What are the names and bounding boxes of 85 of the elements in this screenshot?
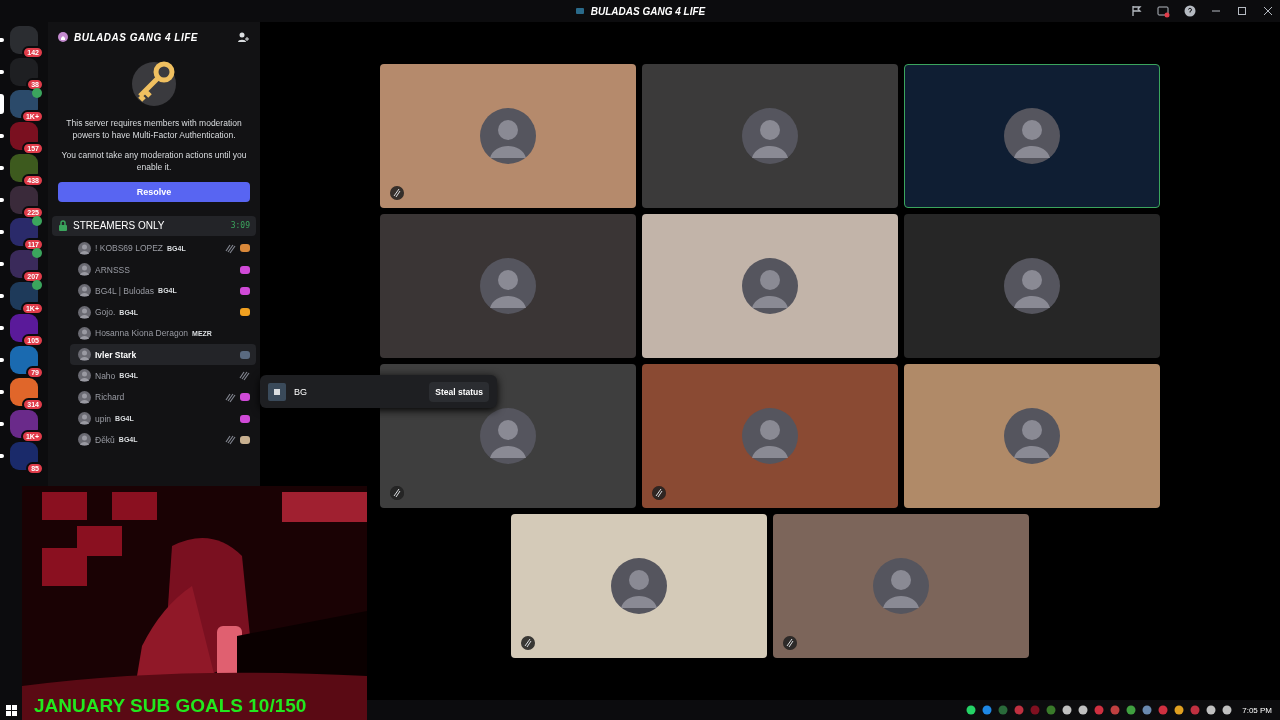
flag-icon[interactable] — [1131, 5, 1143, 17]
video-tile[interactable] — [642, 214, 898, 358]
avatar — [480, 258, 536, 314]
member-name: Hosanna Kiona Deragon — [95, 328, 189, 339]
video-tile[interactable] — [904, 364, 1160, 508]
notice-text: You cannot take any moderation actions until you enable it. — [60, 149, 248, 174]
video-tile[interactable] — [642, 364, 898, 508]
avatar — [1004, 258, 1060, 314]
video-tile[interactable] — [904, 64, 1160, 208]
member-row[interactable]: Richard — [70, 386, 256, 408]
member-name: Richard — [95, 392, 125, 403]
avatar — [78, 412, 91, 426]
server-icon[interactable] — [10, 186, 38, 214]
member-name: ARNSSS — [95, 264, 130, 275]
avatar — [78, 284, 91, 298]
home-icon — [58, 32, 68, 42]
notice-text: This server requires members with moderation powers to have Multi-Factor Authentication. — [65, 118, 243, 142]
tray-icon[interactable] — [1078, 705, 1089, 715]
tray-icon[interactable] — [982, 705, 993, 715]
server-icon[interactable] — [10, 442, 38, 470]
avatar — [1004, 408, 1060, 464]
tray-icon[interactable] — [1222, 705, 1233, 715]
server-icon[interactable] — [10, 154, 38, 182]
avatar — [78, 369, 91, 383]
add-member-icon[interactable] — [237, 31, 250, 43]
avatar — [78, 348, 91, 362]
server-icon[interactable] — [10, 250, 38, 278]
start-icon[interactable] — [6, 704, 17, 716]
server-icon[interactable] — [10, 26, 38, 54]
video-tile[interactable] — [380, 214, 636, 358]
video-tile[interactable] — [904, 214, 1160, 358]
tray-icon[interactable] — [1206, 705, 1217, 715]
member-name: upin — [95, 413, 112, 424]
member-name: BG4L | Bulodas — [95, 285, 155, 296]
tray-icon[interactable] — [966, 705, 977, 715]
member-name: Ivler Stark — [95, 349, 137, 360]
avatar — [480, 108, 536, 164]
member-row[interactable]: ARNSSS — [70, 258, 256, 281]
member-name: Naho — [95, 371, 116, 381]
avatar — [742, 258, 798, 314]
tray-icon[interactable] — [1126, 705, 1137, 715]
video-tile[interactable] — [773, 514, 1029, 658]
status-icon — [268, 382, 286, 401]
screen-icon[interactable] — [1157, 4, 1170, 18]
member-row[interactable]: Ivler Stark — [70, 344, 256, 366]
server-name[interactable]: BULADAS GANG 4 LIFE — [74, 31, 231, 43]
member-name: Gojo. — [95, 307, 116, 318]
window-title: BULADAS GANG 4 LIFE — [590, 5, 706, 17]
resolve-button[interactable]: Resolve — [58, 181, 250, 202]
goal-overlay-text: JANUARY SUB GOALS 10/150 — [34, 695, 307, 717]
avatar — [78, 305, 91, 319]
member-name: ! KOBS69 LOPEZ — [95, 243, 164, 254]
voice-channel[interactable]: STREAMERS ONLY 3:09 — [52, 215, 256, 236]
clock: 7:05 PM — [1242, 705, 1272, 715]
lock-icon — [58, 219, 68, 232]
server-icon[interactable] — [10, 346, 38, 374]
avatar — [78, 433, 91, 447]
video-tile[interactable] — [380, 64, 636, 208]
close-icon[interactable] — [1262, 5, 1274, 17]
avatar — [873, 558, 929, 614]
server-icon[interactable] — [10, 378, 38, 406]
avatar — [742, 408, 798, 464]
server-icon[interactable] — [10, 122, 38, 150]
server-icon[interactable] — [10, 410, 38, 438]
help-icon[interactable] — [1184, 5, 1196, 17]
server-icon[interactable] — [10, 58, 38, 86]
avatar — [611, 558, 667, 614]
tray-icon[interactable] — [1142, 705, 1153, 715]
steal-status-button[interactable]: Steal status — [429, 381, 489, 402]
avatar — [78, 390, 91, 404]
avatar — [1004, 108, 1060, 164]
server-icon[interactable] — [10, 314, 38, 342]
avatar — [78, 263, 91, 276]
member-name: Đěkǔ — [95, 434, 115, 445]
avatar — [742, 108, 798, 164]
server-icon — [574, 6, 585, 16]
avatar — [78, 241, 91, 255]
tray-icon[interactable] — [1062, 705, 1073, 715]
status-label: BG — [294, 386, 308, 397]
video-tile[interactable] — [511, 514, 767, 658]
avatar — [78, 326, 91, 340]
avatar — [480, 408, 536, 464]
tray-icon[interactable] — [1174, 705, 1185, 715]
maximize-icon[interactable] — [1236, 5, 1248, 17]
video-tile[interactable] — [642, 64, 898, 208]
